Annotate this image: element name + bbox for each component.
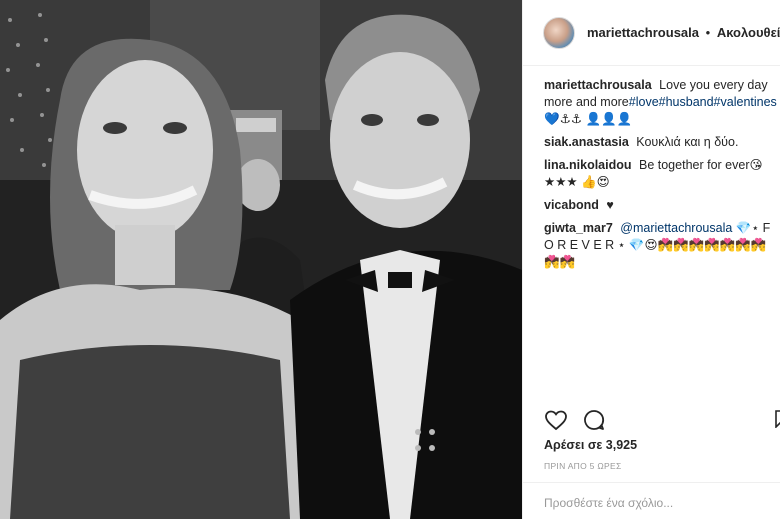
- add-comment-input[interactable]: Προσθέστε ένα σχόλιο...: [544, 496, 673, 510]
- heart-icon[interactable]: [544, 408, 568, 432]
- comment-icon[interactable]: [582, 408, 606, 432]
- post-sidebar: mariettachrousala • Ακολουθείτε marietta…: [522, 0, 780, 519]
- comment-hashtags[interactable]: #love#husband#valentines: [629, 95, 777, 109]
- couple-photo-illustration: [0, 0, 522, 519]
- comment-item: lina.nikolaidou Be together for ever😘★★★…: [544, 157, 780, 191]
- post-timestamp[interactable]: ΠΡΙΝ ΑΠΟ 5 ΩΡΕΣ: [544, 461, 622, 471]
- post-actions: [544, 408, 606, 432]
- likes-count[interactable]: Αρέσει σε 3,925: [544, 438, 637, 452]
- header-username[interactable]: mariettachrousala: [587, 25, 699, 40]
- comment-item: mariettachrousala Love you every day mor…: [544, 77, 780, 128]
- comment-username[interactable]: mariettachrousala: [544, 78, 652, 92]
- comment-username[interactable]: vicabond: [544, 198, 599, 212]
- post-header: mariettachrousala • Ακολουθείτε: [523, 0, 780, 66]
- comment-item: siak.anastasia Κουκλιά και η δύο.: [544, 134, 780, 151]
- comment-item: giwta_mar7 @mariettachrousala 💎⋆ F O R E…: [544, 220, 780, 271]
- comment-username[interactable]: siak.anastasia: [544, 135, 629, 149]
- comment-username[interactable]: lina.nikolaidou: [544, 158, 632, 172]
- comment-username[interactable]: giwta_mar7: [544, 221, 613, 235]
- comment-text: Κουκλιά και η δύο.: [636, 135, 739, 149]
- header-text: mariettachrousala • Ακολουθείτε: [587, 25, 780, 40]
- post-photo[interactable]: [0, 0, 522, 519]
- comment-emoji: ♥: [606, 198, 614, 212]
- comment-text: Be together for ever: [639, 158, 750, 172]
- divider: [523, 482, 780, 483]
- bookmark-icon[interactable]: [775, 410, 780, 428]
- comments-list: mariettachrousala Love you every day mor…: [523, 66, 780, 271]
- avatar[interactable]: [543, 16, 575, 49]
- comment-mention[interactable]: @mariettachrousala: [620, 221, 732, 235]
- comment-item: vicabond ♥: [544, 197, 780, 214]
- header-separator: •: [705, 25, 711, 40]
- following-button[interactable]: Ακολουθείτε: [717, 25, 780, 40]
- comment-emoji: 💙⚓⚓ 👤👤👤: [544, 112, 633, 126]
